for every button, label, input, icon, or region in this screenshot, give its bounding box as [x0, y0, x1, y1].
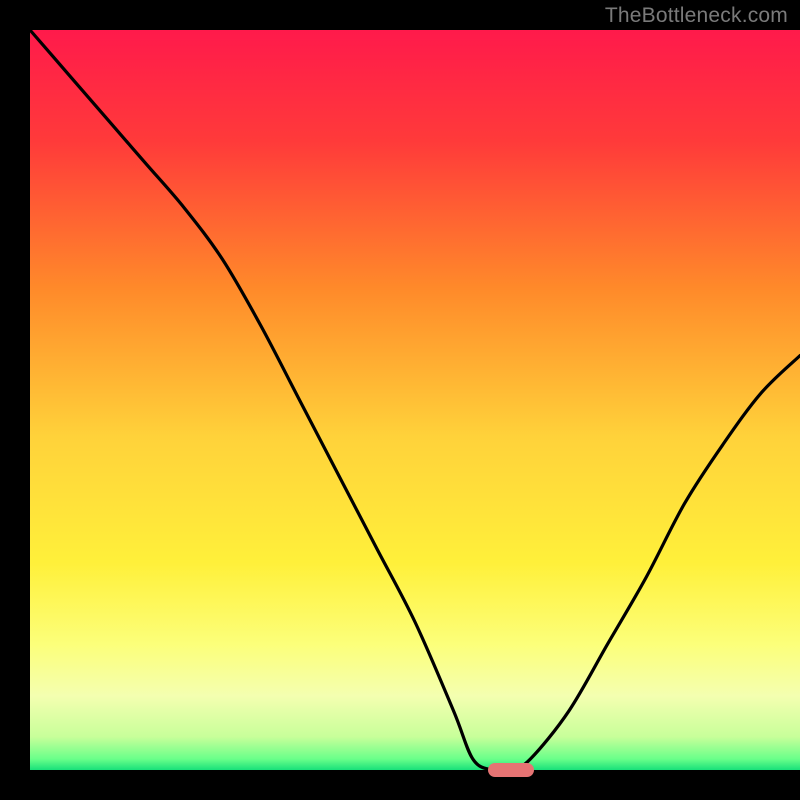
- chart-container: TheBottleneck.com: [0, 0, 800, 800]
- attribution-watermark: TheBottleneck.com: [605, 4, 788, 28]
- bottleneck-chart: [0, 0, 800, 800]
- optimal-range-marker: [488, 763, 534, 777]
- plot-background: [30, 30, 800, 770]
